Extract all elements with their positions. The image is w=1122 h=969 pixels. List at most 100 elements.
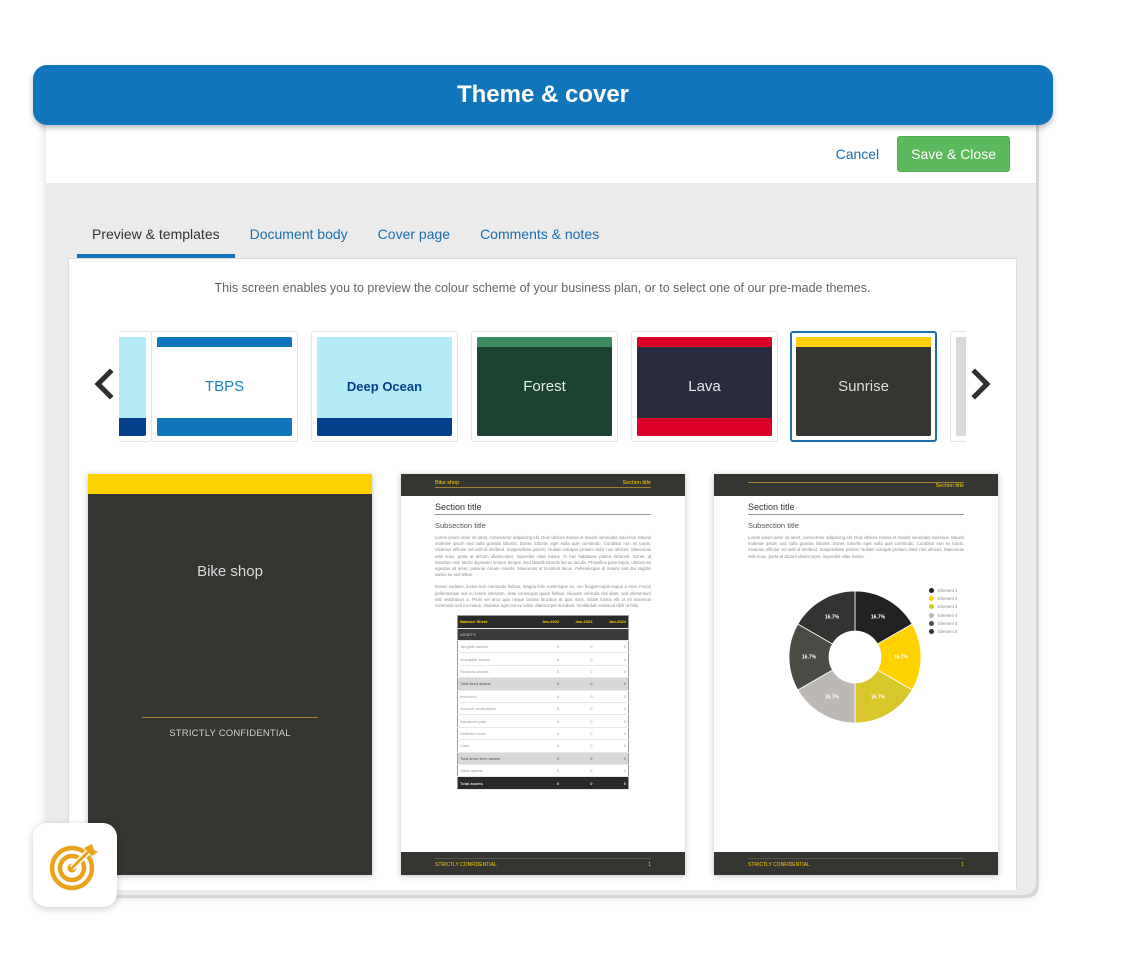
legend-swatch	[929, 595, 934, 601]
tab-cover-page[interactable]: Cover page	[363, 222, 465, 258]
table-header-cell: Jan-2022	[527, 615, 562, 629]
table-cell: 0	[594, 727, 629, 741]
legend-label: Element 3	[938, 604, 958, 610]
table-cell: 0	[527, 665, 562, 679]
save-close-button[interactable]: Save & Close	[897, 136, 1010, 172]
table-cell: 0	[527, 776, 562, 790]
table-cell: Intangible assets	[457, 652, 528, 666]
cover-divider	[142, 717, 318, 718]
table-row: Inventory 0 0 0	[457, 690, 629, 703]
table-cell: 0	[527, 752, 562, 765]
tab-comments-notes[interactable]: Comments & notes	[465, 222, 614, 258]
cover-accent-bar	[88, 474, 372, 494]
target-icon	[49, 844, 98, 891]
table-cell: 0	[527, 727, 562, 741]
legend-swatch	[929, 629, 934, 635]
theme-swatch: Forest	[477, 337, 612, 436]
table-cell: 0	[594, 776, 629, 790]
page-header: Bike shop Section title	[401, 474, 685, 496]
table-cell: 0	[527, 690, 562, 703]
table-cell: 0	[561, 776, 595, 790]
theme-swatch	[956, 337, 966, 436]
theme-top-band	[796, 337, 931, 347]
donut-slice-label: 16.7%	[802, 655, 817, 661]
footer-left: STRICTLY CONFIDENTIAL	[435, 862, 497, 868]
legend-label: Element 4	[938, 612, 958, 618]
table-cell: Advances paid	[457, 714, 528, 728]
header-left: Bike shop	[435, 480, 460, 486]
table-header-cell: Balance Sheet	[457, 615, 528, 629]
table-cell: Total assets	[457, 776, 528, 790]
table-cell: 0	[527, 702, 562, 716]
carousel-next-button[interactable]	[966, 367, 996, 401]
table-cell: Other assets	[457, 764, 528, 778]
table-cell: 0	[594, 714, 629, 728]
theme-carousel: TBPS Deep Ocean Forest Lava Sunrise	[69, 329, 1018, 444]
table-cell: 0	[561, 752, 595, 765]
table-row: ASSETS	[457, 628, 629, 642]
theme-option-lava[interactable]: Lava	[631, 331, 778, 442]
theme-swatch: Sunrise	[796, 337, 931, 436]
theme-bottom-band	[637, 418, 772, 436]
page-number: 1	[961, 862, 964, 868]
table-row: Deferred costs 0 0 0	[457, 727, 629, 741]
table-cell	[594, 628, 629, 642]
chart-legend: Element 1 Element 2 Element 3 Element 4 Elem…	[929, 586, 957, 636]
table-cell: 0	[561, 652, 595, 666]
legend-item: Element 3	[929, 603, 957, 611]
legend-swatch	[929, 587, 934, 593]
theme-option-tbps[interactable]: TBPS	[151, 331, 298, 442]
table-cell: 0	[594, 690, 629, 703]
donut-chart-svg: 16.7% 16.7% 16.7% 16.7% 16.7% 16.7%	[788, 590, 922, 724]
modal-title: Theme & cover	[456, 81, 630, 108]
donut-slice-label: 16.7%	[825, 615, 840, 621]
theme-swatch: Lava	[637, 337, 772, 436]
theme-top-band	[637, 337, 772, 347]
theme-option-sunrise[interactable]: Sunrise	[790, 331, 937, 442]
table-header-cell: Jan-2024	[594, 615, 629, 629]
table-header-row: Balance Sheet Jan-2022 Jan-2023 Jan-2024	[457, 615, 629, 629]
action-bar: Cancel Save & Close	[46, 125, 1036, 183]
theme-option-deep-ocean[interactable]: Deep Ocean	[311, 331, 458, 442]
donut-slice-label: 16.7%	[871, 615, 886, 621]
table-cell: Cash	[457, 739, 528, 753]
table-cell: 0	[527, 677, 562, 691]
carousel-prev-button[interactable]	[89, 367, 119, 401]
table-cell: 0	[561, 702, 595, 716]
legend-item: Element 6	[929, 627, 957, 635]
table-row: Account receivables 0 0 0	[457, 702, 629, 716]
table-cell: Total fixed assets	[457, 677, 528, 691]
table-cell: Inventory	[457, 690, 528, 703]
balance-sheet-table: Balance Sheet Jan-2022 Jan-2023 Jan-2024 ASS…	[457, 615, 629, 790]
cover-confidential: STRICTLY CONFIDENTIAL	[169, 728, 291, 739]
table-cell: 0	[561, 739, 595, 753]
table-cell: 0	[594, 677, 629, 691]
cancel-button[interactable]: Cancel	[836, 146, 880, 162]
legend-item: Element 5	[929, 619, 957, 627]
theme-option-partial[interactable]	[950, 331, 966, 442]
table-cell: 0	[527, 739, 562, 753]
page-footer: STRICTLY CONFIDENTIAL 1	[714, 852, 998, 875]
table-cell: Financial assets	[457, 665, 528, 679]
table-cell: 0	[594, 665, 629, 679]
cover-title: Bike shop	[197, 563, 263, 580]
theme-bottom-band	[317, 418, 452, 436]
body-paragraph: Donec sodales, lectus non commodo finibu…	[435, 584, 651, 609]
table-cell: 0	[561, 727, 595, 741]
table-cell: ASSETS	[457, 628, 528, 642]
legend-item: Element 1	[929, 586, 957, 594]
theme-option-partial[interactable]	[119, 331, 152, 442]
table-row: Advances paid 0 0 0	[457, 714, 629, 728]
legend-label: Element 2	[938, 595, 958, 601]
table-cell: Total short term assets	[457, 752, 528, 765]
table-row: Other assets 0 0 0	[457, 764, 629, 778]
theme-option-forest[interactable]: Forest	[471, 331, 618, 442]
theme-top-band	[956, 337, 966, 347]
table-cell: 0	[561, 677, 595, 691]
table-cell: 0	[561, 714, 595, 728]
tab-document-body[interactable]: Document body	[235, 222, 363, 258]
theme-swatch	[119, 337, 146, 436]
theme-bottom-band	[956, 418, 966, 436]
tab-preview-templates[interactable]: Preview & templates	[77, 222, 235, 258]
modal-title-bar: Theme & cover	[33, 65, 1053, 125]
